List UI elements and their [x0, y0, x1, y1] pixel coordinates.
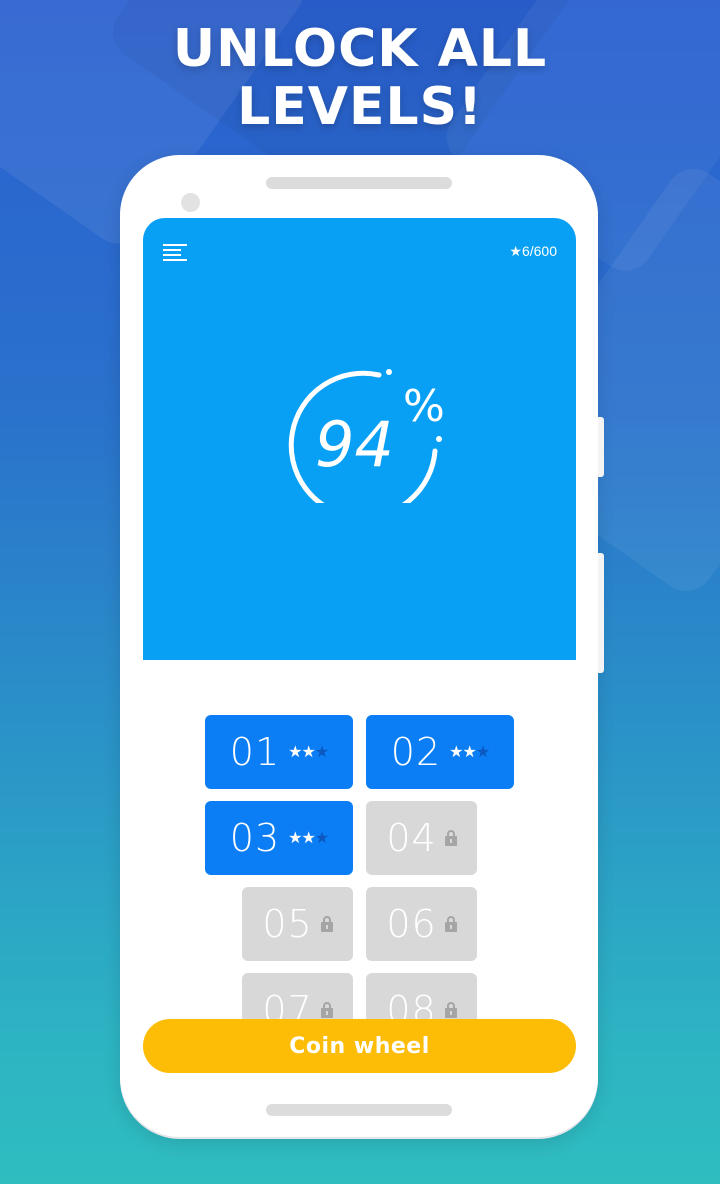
headline-line-1: UNLOCK ALL — [172, 19, 548, 79]
star-score: ★6/600 — [509, 243, 557, 259]
star-empty-icon: ★ — [314, 744, 329, 761]
logo-number: 94 — [315, 408, 394, 481]
star-filled-icon: ★ — [462, 744, 477, 761]
level-stars: ★★★ — [288, 828, 329, 848]
phone-mockup: ★6/600 94 % 01 ★★★ 02 ★★★ 03 ★★★ 04 05 06 07 08 Co… — [120, 155, 604, 1137]
logo-percent: % — [403, 381, 445, 432]
star-empty-icon: ★ — [475, 744, 490, 761]
star-filled-icon: ★ — [288, 830, 302, 847]
level-tile-02[interactable]: 02 ★★★ — [366, 715, 514, 789]
phone-side-button — [598, 417, 604, 477]
level-tile-01[interactable]: 01 ★★★ — [205, 715, 353, 789]
lock-icon — [320, 916, 333, 932]
lock-icon — [444, 916, 457, 932]
level-tile-05[interactable]: 05 — [242, 887, 353, 961]
logo-ring-dot — [386, 369, 392, 375]
level-number: 02 — [390, 730, 442, 774]
app-header-hero: ★6/600 94 % — [143, 218, 576, 660]
level-number: 03 — [229, 816, 281, 860]
level-number: 01 — [229, 730, 281, 774]
star-empty-icon: ★ — [314, 830, 329, 847]
lock-icon — [320, 1002, 333, 1018]
app-screen: ★6/600 94 % 01 ★★★ 02 ★★★ 03 ★★★ 04 05 06 07 08 — [143, 218, 576, 1080]
level-tile-04[interactable]: 04 — [366, 801, 477, 875]
star-filled-icon: ★ — [288, 744, 302, 761]
headline-line-2: LEVELS! — [237, 77, 483, 137]
level-stars: ★★★ — [288, 742, 329, 762]
level-number: 06 — [386, 902, 437, 946]
level-stars: ★★★ — [449, 742, 490, 762]
hamburger-menu-icon[interactable] — [163, 244, 187, 262]
level-number: 04 — [386, 816, 437, 860]
phone-speaker — [266, 177, 452, 189]
phone-camera — [181, 193, 200, 212]
star-filled-icon: ★ — [301, 830, 316, 847]
level-tile-06[interactable]: 06 — [366, 887, 477, 961]
level-number: 05 — [262, 902, 313, 946]
coin-wheel-button[interactable]: Coin wheel — [143, 1019, 576, 1073]
promo-headline: UNLOCK ALL LEVELS! — [0, 20, 720, 136]
app-logo: 94 % — [288, 369, 445, 503]
star-filled-icon: ★ — [301, 744, 316, 761]
lock-icon — [444, 830, 457, 846]
logo-ring-dot — [436, 436, 442, 442]
lock-icon — [444, 1002, 457, 1018]
level-tile-03[interactable]: 03 ★★★ — [205, 801, 353, 875]
phone-side-button — [598, 553, 604, 673]
phone-bottom-bar — [266, 1104, 452, 1116]
star-filled-icon: ★ — [449, 744, 463, 761]
